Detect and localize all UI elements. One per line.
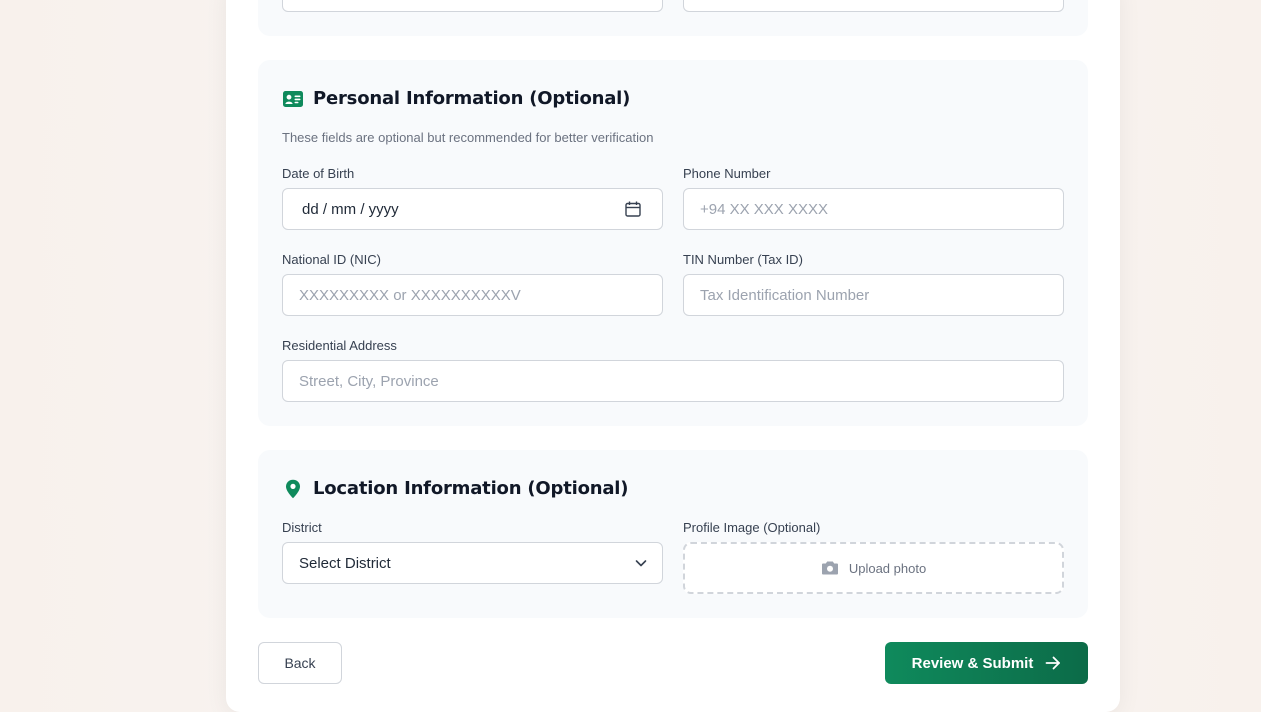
previous-field-right[interactable]	[683, 0, 1064, 12]
camera-icon	[821, 560, 839, 576]
tin-input[interactable]: Tax Identification Number	[683, 274, 1064, 316]
location-info-title: Location Information (Optional)	[313, 478, 629, 499]
phone-input[interactable]: +94 XX XXX XXXX	[683, 188, 1064, 230]
nic-placeholder: XXXXXXXXX or XXXXXXXXXXV	[299, 286, 521, 304]
location-info-header: Location Information (Optional)	[282, 478, 628, 499]
tin-placeholder: Tax Identification Number	[700, 286, 870, 304]
upload-photo-text: Upload photo	[848, 560, 927, 576]
address-input[interactable]: Street, City, Province	[282, 360, 1064, 402]
profile-image-upload[interactable]: Upload photo	[683, 542, 1064, 594]
previous-section	[258, 0, 1088, 36]
personal-info-description: These fields are optional but recommende…	[282, 130, 654, 145]
chevron-down-icon	[634, 556, 648, 570]
phone-placeholder: +94 XX XXX XXXX	[700, 200, 828, 218]
dob-input[interactable]: dd / mm / yyyy	[282, 188, 663, 230]
address-label: Residential Address	[282, 338, 397, 353]
map-pin-icon	[285, 479, 301, 499]
review-submit-button[interactable]: Review & Submit	[885, 642, 1088, 684]
address-placeholder: Street, City, Province	[299, 372, 439, 390]
form-card: Personal Information (Optional) These fi…	[226, 0, 1120, 712]
nic-input[interactable]: XXXXXXXXX or XXXXXXXXXXV	[282, 274, 663, 316]
personal-info-title: Personal Information (Optional)	[313, 88, 631, 109]
personal-info-header: Personal Information (Optional)	[282, 88, 630, 109]
arrow-right-icon	[1045, 656, 1061, 670]
district-select[interactable]: Select District	[282, 542, 663, 584]
district-label: District	[282, 520, 322, 535]
previous-field-left[interactable]	[282, 0, 663, 12]
review-submit-label: Review & Submit	[911, 654, 1034, 672]
dob-label: Date of Birth	[282, 166, 355, 181]
phone-label: Phone Number	[683, 166, 771, 181]
id-card-icon	[282, 90, 304, 108]
nic-label: National ID (NIC)	[282, 252, 381, 267]
personal-info-section: Personal Information (Optional) These fi…	[258, 60, 1088, 426]
calendar-icon[interactable]	[624, 200, 642, 218]
tin-label: TIN Number (Tax ID)	[683, 252, 803, 267]
back-button[interactable]: Back	[258, 642, 342, 684]
profile-image-label: Profile Image (Optional)	[683, 520, 821, 535]
dob-value: dd / mm / yyyy	[302, 200, 399, 218]
district-selected: Select District	[299, 554, 391, 572]
location-info-section: Location Information (Optional) District…	[258, 450, 1088, 618]
